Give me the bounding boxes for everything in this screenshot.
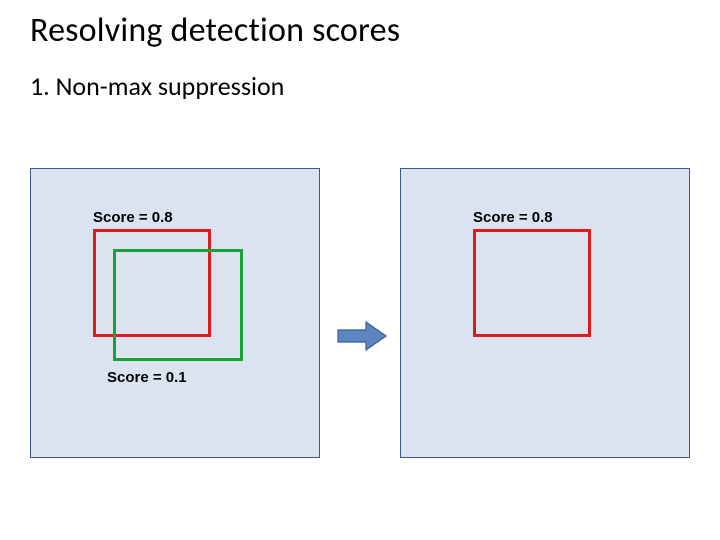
before-panel: Score = 0.8 Score = 0.1 <box>30 168 320 458</box>
slide-title: Resolving detection scores <box>30 10 400 51</box>
arrow-shape <box>338 322 386 350</box>
detection-box-result <box>473 229 591 337</box>
score-label-result: Score = 0.8 <box>473 209 553 226</box>
transition-arrow-icon <box>336 320 388 352</box>
score-label-high: Score = 0.8 <box>93 209 173 226</box>
slide-subtitle: 1. Non-max suppression <box>30 70 284 102</box>
detection-box-low <box>113 249 243 361</box>
after-panel: Score = 0.8 <box>400 168 690 458</box>
score-label-low: Score = 0.1 <box>107 369 187 386</box>
